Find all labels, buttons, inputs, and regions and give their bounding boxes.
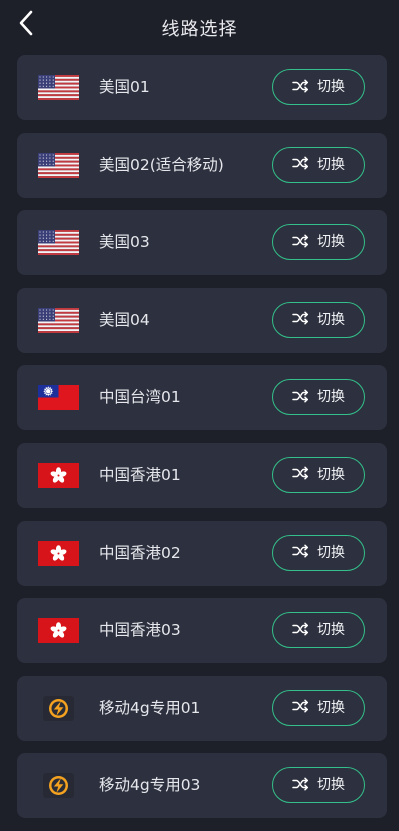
route-item[interactable]: 中国香港01 切换 [17, 442, 387, 508]
switch-button-label: 切换 [317, 622, 345, 639]
top-bar: 线路选择 [0, 0, 399, 52]
route-item[interactable]: 移动4g专用01 切换 [17, 675, 387, 741]
route-item[interactable]: 美国03 切换 [17, 210, 387, 276]
shuffle-icon [292, 698, 309, 717]
switch-button[interactable]: 切换 [272, 224, 365, 261]
route-item[interactable]: 美国04 切换 [17, 287, 387, 353]
switch-button-label: 切换 [317, 466, 345, 483]
us-flag-icon [38, 75, 79, 100]
route-name: 中国台湾01 [99, 388, 181, 407]
switch-button-label: 切换 [317, 389, 345, 406]
shuffle-icon [292, 155, 309, 174]
route-name: 移动4g专用03 [99, 776, 201, 795]
shuffle-icon [292, 233, 309, 252]
route-name: 美国04 [99, 310, 150, 329]
route-item[interactable]: 移动4g专用03 切换 [17, 753, 387, 819]
switch-button[interactable]: 切换 [272, 689, 365, 726]
switch-button[interactable]: 切换 [272, 456, 365, 493]
shuffle-icon [292, 78, 309, 97]
switch-button[interactable]: 切换 [272, 69, 365, 105]
switch-button[interactable]: 切换 [272, 612, 365, 649]
switch-button-label: 切换 [317, 311, 345, 328]
route-name: 中国香港02 [99, 543, 181, 562]
route-name: 移动4g专用01 [99, 698, 201, 717]
hong-kong-flag-icon [38, 618, 79, 644]
lightning-bolt-icon [38, 773, 79, 799]
route-name: 美国02(适合移动) [99, 155, 224, 174]
hong-kong-flag-icon [38, 462, 79, 488]
shuffle-icon [292, 543, 309, 562]
switch-button-label: 切换 [317, 156, 345, 173]
shuffle-icon [292, 621, 309, 640]
route-name: 中国香港01 [99, 465, 181, 484]
switch-button-label: 切换 [317, 234, 345, 251]
hong-kong-flag-icon [38, 540, 79, 566]
us-flag-icon [38, 307, 79, 333]
shuffle-icon [292, 388, 309, 407]
taiwan-flag-icon [38, 385, 79, 411]
us-flag-icon [38, 230, 79, 256]
switch-button[interactable]: 切换 [272, 767, 365, 804]
route-item[interactable]: 中国台湾01 切换 [17, 365, 387, 431]
switch-button-label: 切换 [317, 777, 345, 794]
switch-button-label: 切换 [317, 544, 345, 561]
shuffle-icon [292, 465, 309, 484]
switch-button-label: 切换 [317, 699, 345, 716]
shuffle-icon [292, 310, 309, 329]
us-flag-icon [38, 152, 79, 178]
route-item[interactable]: 中国香港03 切换 [17, 598, 387, 664]
switch-button[interactable]: 切换 [272, 301, 365, 338]
route-name: 美国03 [99, 233, 150, 252]
route-list: 美国01 切换 美国02(适合移动) 切换 美国03 切换 美国04 切换 中国… [17, 55, 387, 831]
switch-button[interactable]: 切换 [272, 146, 365, 183]
switch-button-label: 切换 [317, 79, 345, 95]
route-item[interactable]: 中国香港02 切换 [17, 520, 387, 586]
route-name: 中国香港03 [99, 621, 181, 640]
route-item[interactable]: 美国01 切换 [17, 55, 387, 120]
shuffle-icon [292, 776, 309, 795]
route-name: 美国01 [99, 78, 150, 96]
switch-button[interactable]: 切换 [272, 534, 365, 571]
lightning-bolt-icon [38, 695, 79, 721]
route-item[interactable]: 美国02(适合移动) 切换 [17, 132, 387, 198]
page-title: 线路选择 [161, 19, 238, 40]
switch-button[interactable]: 切换 [272, 379, 365, 416]
